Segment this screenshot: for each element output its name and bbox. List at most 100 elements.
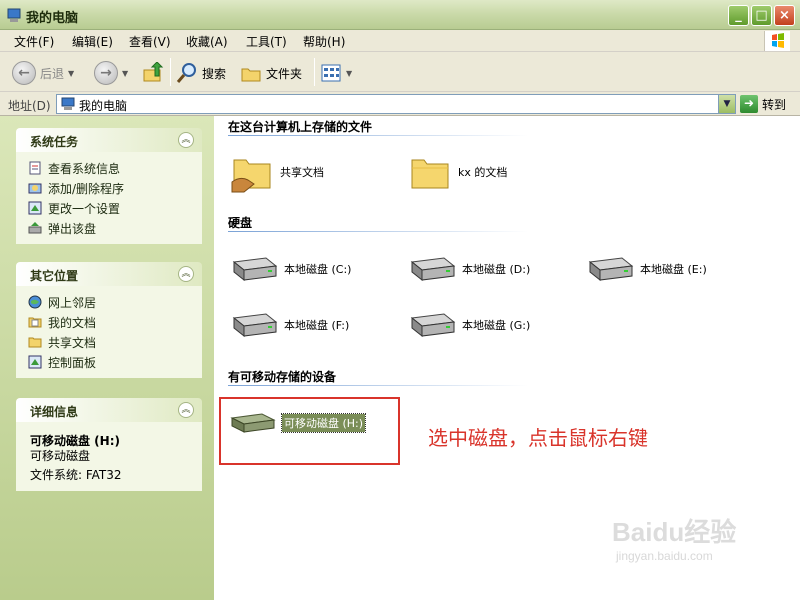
place-network[interactable]: 网上邻居 xyxy=(28,292,202,312)
item-shared-documents[interactable]: 共享文档 xyxy=(230,150,324,194)
place-label: 网上邻居 xyxy=(48,295,97,310)
group-divider xyxy=(228,231,528,232)
place-label: 共享文档 xyxy=(48,335,97,350)
item-drive-f[interactable]: 本地磁盘 (F:) xyxy=(230,310,349,340)
close-button[interactable]: × xyxy=(774,5,795,26)
baidu-watermark: Baidu经验 jingyan.baidu.com xyxy=(612,512,792,592)
task-eject-disk[interactable]: 弹出该盘 xyxy=(28,218,202,238)
menu-file[interactable]: 文件(F) xyxy=(14,33,54,50)
up-folder-icon xyxy=(143,62,164,82)
windows-logo-icon xyxy=(764,31,790,51)
item-kx-documents[interactable]: kx 的文档 xyxy=(408,150,507,194)
control-panel-icon xyxy=(28,355,42,369)
forward-arrow-icon: → xyxy=(94,61,118,85)
menu-help[interactable]: 帮助(H) xyxy=(303,33,345,50)
chevron-down-icon: ▼ xyxy=(122,68,129,78)
details-panel: 详细信息 ︽ 可移动磁盘 (H:) 可移动磁盘 文件系统: FAT32 xyxy=(16,398,202,491)
go-button[interactable]: ➜ 转到 xyxy=(740,95,786,113)
search-button[interactable]: 搜索 xyxy=(176,60,226,86)
menu-tools[interactable]: 工具(T) xyxy=(246,33,287,50)
folders-button[interactable]: 文件夹 xyxy=(240,60,302,86)
hard-drive-icon xyxy=(410,313,456,338)
group-divider xyxy=(228,135,528,136)
task-label: 查看系统信息 xyxy=(48,161,121,176)
collapse-icon[interactable]: ︽ xyxy=(178,402,194,418)
item-label: 本地磁盘 (D:) xyxy=(462,263,531,276)
hard-drive-icon xyxy=(588,257,634,282)
minimize-button[interactable]: _ xyxy=(728,5,749,26)
title-bar[interactable]: 我的电脑 _ □ × xyxy=(0,0,800,30)
address-bar: 地址(D) 我的电脑 ▼ ➜ 转到 xyxy=(0,92,800,116)
back-button[interactable]: ← 后退 ▼ xyxy=(12,60,74,86)
hard-drive-icon xyxy=(232,313,278,338)
window-title: 我的电脑 xyxy=(26,11,79,26)
task-label: 添加/删除程序 xyxy=(48,181,125,196)
item-label: 本地磁盘 (G:) xyxy=(462,319,531,332)
system-tasks-panel: 系统任务 ︽ 查看系统信息 添加/删除程序 更改一个设置 弹出该盘 xyxy=(16,128,202,244)
system-tasks-header[interactable]: 系统任务 ︽ xyxy=(16,128,202,152)
toolbar-separator xyxy=(170,58,171,86)
annotation-text: 选中磁盘，点击鼠标右键 xyxy=(428,426,648,450)
details-type: 可移动磁盘 xyxy=(30,449,91,463)
views-button[interactable]: ▼ xyxy=(320,60,352,86)
place-label: 我的文档 xyxy=(48,315,97,330)
collapse-icon[interactable]: ︽ xyxy=(178,266,194,282)
menu-edit[interactable]: 编辑(E) xyxy=(72,33,113,50)
place-shared-documents[interactable]: 共享文档 xyxy=(28,332,202,352)
shared-folder-icon xyxy=(231,159,271,193)
menu-view[interactable]: 查看(V) xyxy=(129,33,171,50)
file-list: 在这台计算机上存储的文件 共享文档 kx 的文档 硬盘 本地磁盘 (C:) 本地… xyxy=(214,116,800,600)
add-remove-programs-icon xyxy=(28,183,42,194)
details-header[interactable]: 详细信息 ︽ xyxy=(16,398,202,422)
control-panel-icon xyxy=(28,201,42,215)
address-value: 我的电脑 xyxy=(79,99,128,113)
address-input[interactable]: 我的电脑 ▼ xyxy=(56,94,736,114)
forward-button[interactable]: → ▼ xyxy=(94,60,128,86)
task-add-remove-programs[interactable]: 添加/删除程序 xyxy=(28,178,202,198)
item-removable-h[interactable]: 可移动磁盘 (H:) xyxy=(228,408,367,438)
eject-icon xyxy=(28,222,42,234)
watermark-url: jingyan.baidu.com xyxy=(616,549,713,563)
hard-drive-icon xyxy=(232,257,278,282)
my-computer-icon xyxy=(61,97,75,110)
task-change-setting[interactable]: 更改一个设置 xyxy=(28,198,202,218)
item-label: kx 的文档 xyxy=(458,166,508,179)
group-title-removable: 有可移动存储的设备 xyxy=(228,370,337,384)
menu-favorites[interactable]: 收藏(A) xyxy=(186,33,228,50)
item-label: 本地磁盘 (F:) xyxy=(284,319,350,332)
chevron-down-icon: ▼ xyxy=(346,68,353,78)
item-drive-d[interactable]: 本地磁盘 (D:) xyxy=(408,254,530,284)
views-icon xyxy=(321,64,341,82)
folder-icon xyxy=(411,159,449,189)
other-places-header[interactable]: 其它位置 ︽ xyxy=(16,262,202,286)
chevron-down-icon: ▼ xyxy=(68,68,75,78)
network-places-icon xyxy=(28,295,42,309)
address-dropdown-button[interactable]: ▼ xyxy=(718,95,735,113)
other-places-panel: 其它位置 ︽ 网上邻居 我的文档 共享文档 控制面板 xyxy=(16,262,202,378)
system-info-icon xyxy=(29,161,41,175)
item-drive-g[interactable]: 本地磁盘 (G:) xyxy=(408,310,530,340)
details-name: 可移动磁盘 (H:) xyxy=(30,434,120,448)
back-label: 后退 xyxy=(40,66,65,81)
panel-title: 详细信息 xyxy=(30,405,79,419)
task-label: 更改一个设置 xyxy=(48,201,121,216)
details-filesystem: 文件系统: FAT32 xyxy=(30,468,122,482)
up-folder-button[interactable] xyxy=(142,60,164,86)
menu-bar: 文件(F) 编辑(E) 查看(V) 收藏(A) 工具(T) 帮助(H) xyxy=(0,30,800,52)
place-my-documents[interactable]: 我的文档 xyxy=(28,312,202,332)
maximize-button[interactable]: □ xyxy=(751,5,772,26)
task-view-system-info[interactable]: 查看系统信息 xyxy=(28,158,202,178)
collapse-icon[interactable]: ︽ xyxy=(178,132,194,148)
folders-icon xyxy=(241,68,261,82)
toolbar-separator xyxy=(314,58,315,86)
item-drive-c[interactable]: 本地磁盘 (C:) xyxy=(230,254,351,284)
item-drive-e[interactable]: 本地磁盘 (E:) xyxy=(586,254,707,284)
place-control-panel[interactable]: 控制面板 xyxy=(28,352,202,372)
folder-icon xyxy=(28,337,42,348)
item-label: 本地磁盘 (C:) xyxy=(284,263,352,276)
item-label: 本地磁盘 (E:) xyxy=(640,263,707,276)
folders-label: 文件夹 xyxy=(266,66,303,81)
toolbar: ← 后退 ▼ → ▼ 搜索 文件夹 ▼ xyxy=(0,52,800,92)
panel-title: 其它位置 xyxy=(30,269,79,283)
watermark-logo: Baidu经验 xyxy=(612,517,737,547)
